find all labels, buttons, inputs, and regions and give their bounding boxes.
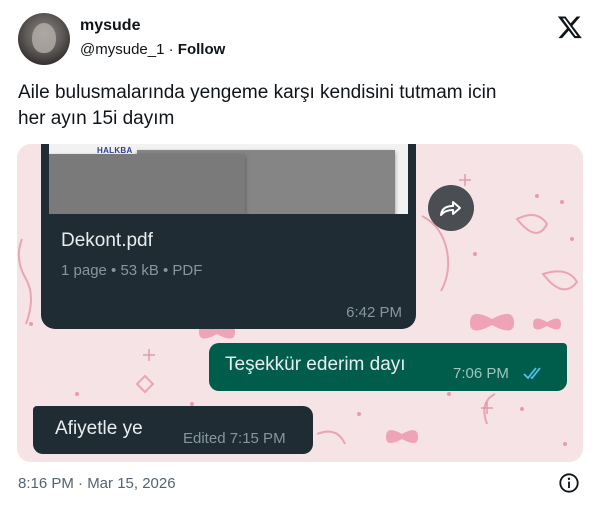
tweet-text: Aile bulusmalarında yengeme karşı kendis…: [18, 80, 578, 132]
tweet-text-line-2: her ayın 15i dayım: [18, 108, 175, 129]
redaction-block: [49, 154, 245, 214]
follow-button[interactable]: Follow: [178, 41, 226, 58]
outgoing-message-bubble[interactable]: Teşekkür ederim dayı 7:06 PM: [209, 343, 567, 391]
info-icon[interactable]: [558, 472, 580, 494]
avatar[interactable]: [18, 13, 70, 65]
document-message-time: 6:42 PM: [346, 304, 402, 321]
outgoing-message-text: Teşekkür ederim dayı: [225, 354, 406, 375]
separator-dot: ·: [168, 41, 174, 58]
tweet-text-line-1: Aile bulusmalarında yengeme karşı kendis…: [18, 82, 497, 103]
document-preview[interactable]: HALKBA: [49, 144, 408, 214]
document-meta: 1 page • 53 kB • PDF: [61, 262, 203, 279]
avatar-face: [32, 23, 56, 53]
x-logo-icon[interactable]: [557, 14, 583, 40]
double-check-icon: [523, 367, 541, 380]
incoming-message-time: Edited 7:15 PM: [183, 430, 286, 447]
outgoing-message-time: 7:06 PM: [453, 365, 509, 382]
forward-icon: [440, 201, 461, 216]
document-message-bubble[interactable]: HALKBA Dekont.pdf 1 page • 53 kB • PDF 6…: [41, 144, 416, 329]
forward-button[interactable]: [428, 185, 474, 231]
author-handle[interactable]: @mysude_1: [80, 41, 164, 58]
tweet-media-image[interactable]: HALKBA Dekont.pdf 1 page • 53 kB • PDF 6…: [17, 144, 583, 462]
author-name[interactable]: mysude: [80, 17, 140, 35]
author-handle-row: @mysude_1 · Follow: [80, 41, 225, 58]
incoming-message-bubble[interactable]: Afiyetle ye Edited 7:15 PM: [33, 406, 313, 454]
tweet-timestamp[interactable]: 8:16 PM · Mar 15, 2026: [18, 475, 176, 492]
incoming-message-text: Afiyetle ye: [55, 418, 143, 439]
document-file-name: Dekont.pdf: [61, 230, 153, 251]
